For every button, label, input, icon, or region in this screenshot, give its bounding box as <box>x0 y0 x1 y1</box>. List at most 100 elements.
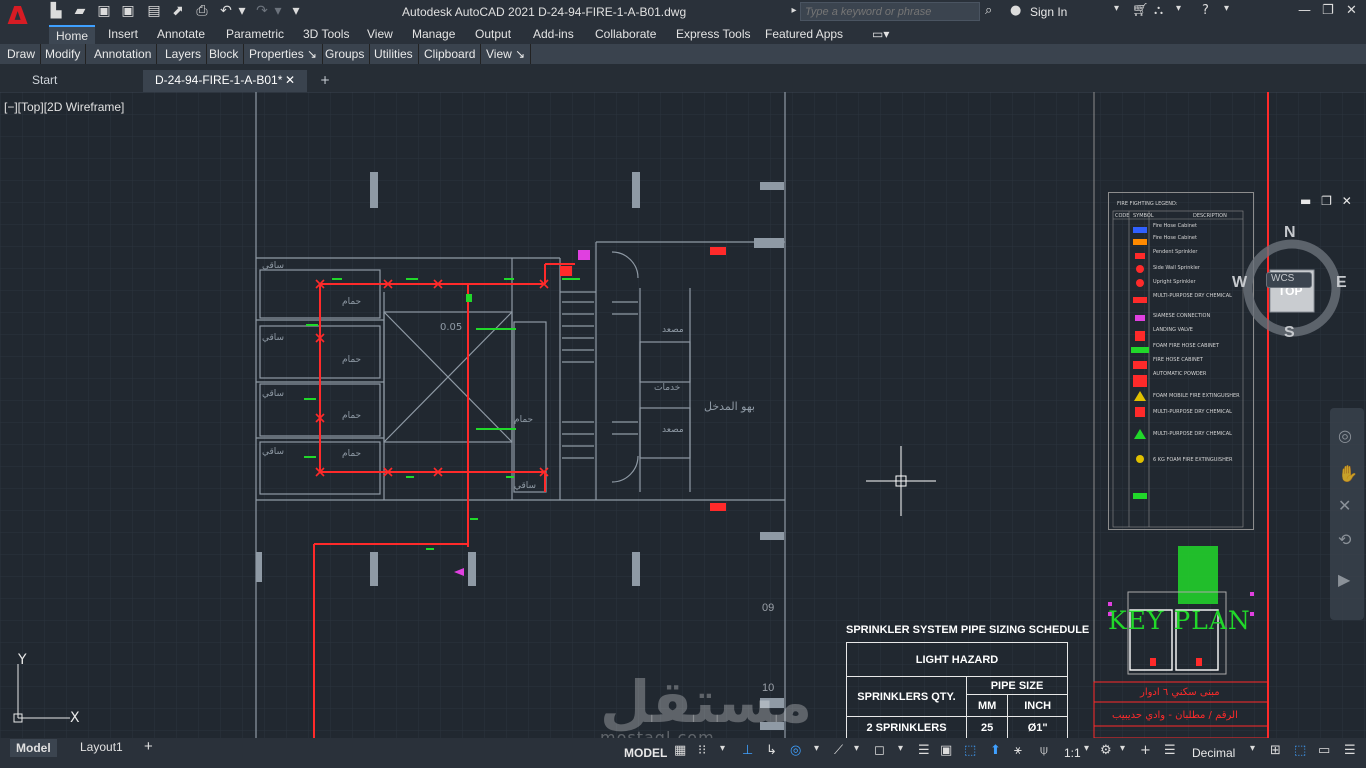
workspace-dropdown-icon[interactable]: ▾ <box>1120 743 1125 754</box>
close-icon[interactable]: ✕ <box>1346 3 1357 18</box>
lineweight-icon[interactable]: ☰ <box>918 743 930 758</box>
help-icon[interactable]: ? <box>1202 3 1209 18</box>
drawing-canvas[interactable]: ساقي ساقي ساقي ساقي حمام حمام حمام حمام … <box>0 92 1366 738</box>
units-icon[interactable]: ☰ <box>1164 743 1176 758</box>
customize-toolbar-icon[interactable]: ▾ <box>288 3 304 19</box>
tab-collaborate[interactable]: Collaborate <box>595 27 656 41</box>
new-layout-icon[interactable]: + <box>144 738 153 755</box>
minimize-icon[interactable]: — <box>1298 3 1311 18</box>
clean-screen-icon[interactable]: ▭ <box>1318 743 1330 758</box>
tab-featured-apps[interactable]: Featured Apps <box>765 27 843 41</box>
tab-annotate[interactable]: Annotate <box>157 27 205 41</box>
tab-insert[interactable]: Insert <box>108 27 138 41</box>
ribbon-minimize-icon[interactable]: ▭▾ <box>872 27 889 41</box>
save-icon[interactable]: ▣ <box>96 3 112 19</box>
close-tab-icon[interactable]: ✕ <box>285 70 295 90</box>
annotation-visibility-icon[interactable]: ⬆ <box>990 743 1001 758</box>
sign-in-link[interactable]: Sign In <box>1030 5 1067 19</box>
tab-view[interactable]: View <box>367 27 393 41</box>
search-input[interactable] <box>801 3 979 20</box>
viewcube-west[interactable]: W <box>1232 274 1247 292</box>
restore-icon[interactable]: ❐ <box>1322 3 1334 18</box>
panel-layers[interactable]: Layers <box>160 44 208 64</box>
tab-add-ins[interactable]: Add-ins <box>533 27 574 41</box>
showmotion-icon[interactable]: ▶ <box>1338 570 1350 589</box>
tab-home[interactable]: Home <box>49 25 96 44</box>
tab-parametric[interactable]: Parametric <box>226 27 284 41</box>
grid-toggle-icon[interactable]: ▦ <box>674 743 686 758</box>
help-dropdown-icon[interactable]: ▾ <box>1224 3 1229 14</box>
tab-3d-tools[interactable]: 3D Tools <box>303 27 349 41</box>
viewcube-east[interactable]: E <box>1336 274 1347 292</box>
units-dropdown-icon[interactable]: ▾ <box>1250 743 1255 754</box>
isodraft-dropdown-icon[interactable]: ▾ <box>854 743 859 754</box>
undo-dropdown-icon[interactable]: ▾ <box>234 3 250 19</box>
tab-model[interactable]: Model <box>10 739 57 757</box>
auto-scale-icon[interactable]: ⚹ <box>1014 743 1022 758</box>
panel-modify[interactable]: Modify <box>40 44 87 64</box>
zoom-extents-icon[interactable]: ✕ <box>1338 496 1351 515</box>
transparency-icon[interactable]: ▣ <box>940 743 952 758</box>
panel-properties[interactable]: Properties ↘ <box>244 44 324 64</box>
tab-express-tools[interactable]: Express Tools <box>676 27 750 41</box>
viewport-restore-icon[interactable]: ❐ <box>1321 194 1332 208</box>
tab-start[interactable]: Start <box>20 70 140 92</box>
wcs-menu[interactable]: WCS <box>1266 272 1312 288</box>
panel-draw[interactable]: Draw <box>2 44 42 64</box>
redo-dropdown-icon[interactable]: ▾ <box>270 3 286 19</box>
viewport-close-icon[interactable]: ✕ <box>1342 194 1352 208</box>
orbit-icon[interactable]: ⟲ <box>1338 530 1351 549</box>
isolate-objects-icon[interactable]: ⬚ <box>1294 743 1306 758</box>
isodraft-icon[interactable]: ⟋ <box>834 743 843 758</box>
annotation-monitor-icon[interactable]: + <box>1140 743 1151 758</box>
cart-icon[interactable]: 🛒︎ <box>1132 3 1149 18</box>
steering-wheel-icon[interactable]: ◎ <box>1338 426 1352 445</box>
tab-layout1[interactable]: Layout1 <box>80 740 123 754</box>
viewcube[interactable]: N S E W TOP <box>1232 224 1347 344</box>
sign-in-dropdown-icon[interactable]: ▾ <box>1114 3 1119 14</box>
annotation-scale[interactable]: 1:1 <box>1064 746 1081 760</box>
undo-icon[interactable]: ↶ <box>218 3 234 19</box>
workspace-gear-icon[interactable]: ⚙ <box>1100 743 1112 758</box>
snap-dropdown-icon[interactable]: ▾ <box>720 743 725 754</box>
a360-dropdown-icon[interactable]: ▾ <box>1176 3 1181 14</box>
tab-output[interactable]: Output <box>475 27 511 41</box>
polar-icon[interactable]: ↳ <box>766 743 777 758</box>
redo-icon[interactable]: ↷ <box>254 3 270 19</box>
save-to-web-icon[interactable]: ⬈ <box>170 3 186 19</box>
viewcube-north[interactable]: N <box>1284 224 1296 242</box>
new-file-icon[interactable]: ▙ <box>48 3 64 19</box>
panel-block[interactable]: Block <box>204 44 245 64</box>
tab-active-drawing[interactable]: D-24-94-FIRE-1-A-B01* ✕ <box>143 70 307 92</box>
object-snap-dropdown-icon[interactable]: ▾ <box>898 743 903 754</box>
osnap-dropdown-icon[interactable]: ▾ <box>814 743 819 754</box>
panel-view[interactable]: View ↘ <box>481 44 532 64</box>
plot-icon[interactable]: ⎙ <box>194 3 210 19</box>
model-space-button[interactable]: MODEL <box>624 746 667 760</box>
viewport-minimize-icon[interactable]: ▬ <box>1300 194 1311 208</box>
scale-dropdown-icon[interactable]: ▾ <box>1084 743 1089 754</box>
panel-utilities[interactable]: Utilities <box>369 44 419 64</box>
quick-properties-icon[interactable]: ⊞ <box>1270 743 1281 758</box>
snap-mode-icon[interactable]: ⁝⁝ <box>698 743 706 758</box>
open-from-web-icon[interactable]: ▤ <box>146 3 162 19</box>
search-box[interactable] <box>800 2 980 21</box>
customization-icon[interactable]: ☰ <box>1344 743 1356 758</box>
open-folder-icon[interactable]: ▰ <box>72 3 88 19</box>
selection-cycling-icon[interactable]: ⬚ <box>964 743 976 758</box>
panel-clipboard[interactable]: Clipboard <box>419 44 482 64</box>
new-tab-icon[interactable]: + <box>308 70 330 92</box>
panel-groups[interactable]: Groups <box>320 44 371 64</box>
units-display[interactable]: Decimal <box>1192 746 1235 760</box>
object-snap-icon[interactable]: ◻ <box>874 743 885 758</box>
save-as-icon[interactable]: ▣ <box>120 3 136 19</box>
osnap-tracking-icon[interactable]: ◎ <box>790 743 801 758</box>
search-icon[interactable]: ⌕ <box>985 3 992 18</box>
tab-manage[interactable]: Manage <box>412 27 455 41</box>
autodesk-a360-icon[interactable]: ⛬ <box>1154 3 1163 18</box>
viewport-controls[interactable]: [−][Top][2D Wireframe] <box>4 100 124 114</box>
panel-annotation[interactable]: Annotation <box>89 44 158 64</box>
viewcube-south[interactable]: S <box>1284 324 1295 342</box>
pan-icon[interactable]: ✋ <box>1338 464 1358 483</box>
ortho-icon[interactable]: ⊥ <box>742 743 753 758</box>
